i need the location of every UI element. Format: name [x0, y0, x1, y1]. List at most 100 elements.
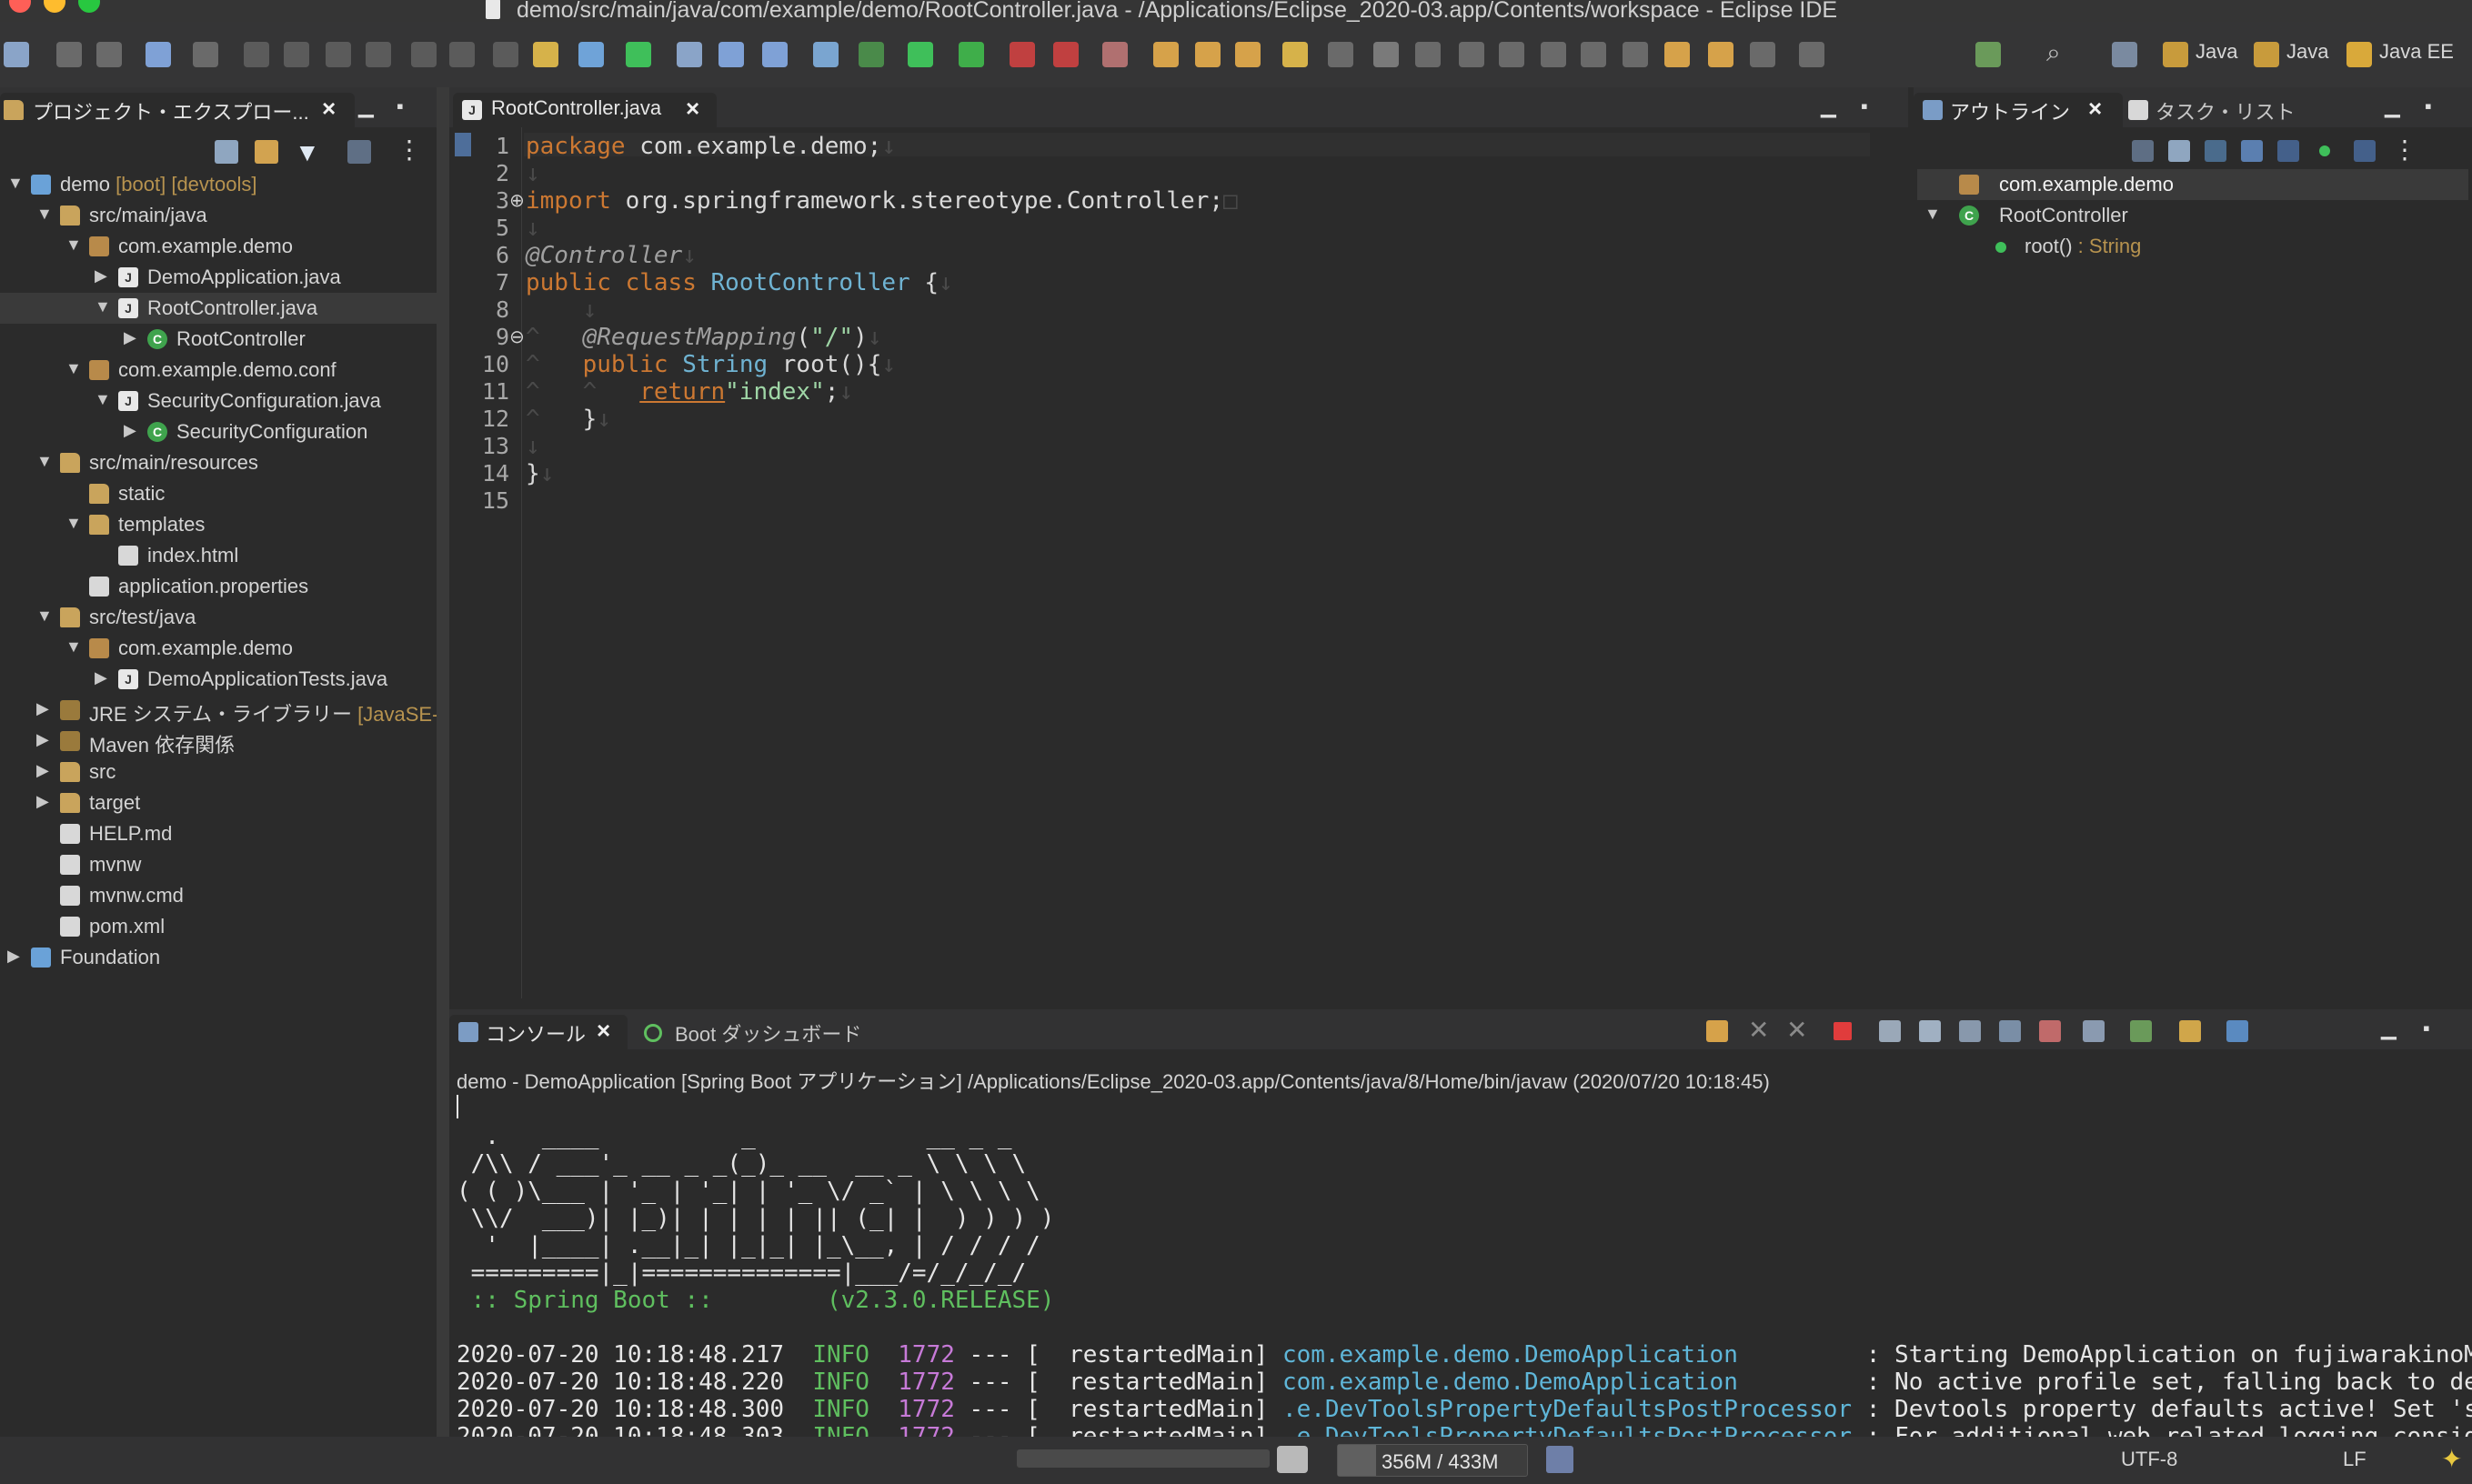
garbage-collect-icon[interactable] [1546, 1446, 1573, 1473]
outline-method[interactable]: root() : String [1917, 231, 2468, 262]
copy-icon[interactable] [2226, 1020, 2248, 1042]
pin-console-icon[interactable] [2083, 1020, 2105, 1042]
chevron-down-icon[interactable]: ▼ [95, 390, 111, 409]
collapse-fold-icon[interactable]: ⊖ [509, 326, 525, 348]
chevron-right-icon[interactable]: ▶ [36, 699, 49, 718]
display-console-icon[interactable] [2130, 1020, 2152, 1042]
terminate-icon[interactable] [326, 42, 351, 67]
tree-item[interactable]: ▶ J DemoApplicationTests.java [0, 664, 437, 695]
open-console-icon[interactable] [2179, 1020, 2201, 1042]
link-editor-icon[interactable] [2354, 140, 2376, 162]
boot-icon[interactable] [626, 42, 651, 67]
new-package-icon[interactable] [1195, 42, 1221, 67]
prev-annotation-icon[interactable] [1664, 42, 1690, 67]
block-select-icon[interactable] [1581, 42, 1606, 67]
tip-icon[interactable]: ✦ [2441, 1444, 2462, 1474]
maximize-icon[interactable]: ▪ [2423, 1017, 2430, 1040]
tree-item[interactable]: ▼ J RootController.java [0, 293, 437, 324]
chevron-down-icon[interactable]: ▼ [36, 452, 53, 471]
tree-item[interactable]: ▶ Foundation [0, 942, 437, 973]
tree-item[interactable]: ▼ src/test/java [0, 602, 437, 633]
new-icon[interactable] [4, 42, 29, 67]
code-line[interactable]: import org.springframework.stereotype.Co… [526, 187, 1238, 215]
outline-class[interactable]: ▼ C RootController [1917, 200, 2468, 231]
annotation-icon[interactable] [1328, 42, 1353, 67]
java-browsing-perspective-icon[interactable] [2254, 42, 2279, 67]
collapse-all-icon[interactable] [215, 140, 238, 164]
tree-item[interactable]: ▶ JRE システム・ライブラリー [JavaSE-1 [0, 695, 450, 726]
minimize-icon[interactable]: ▁ [2385, 95, 2400, 118]
perspective-java-2[interactable]: Java [2286, 40, 2328, 64]
debug-icon[interactable] [859, 42, 884, 67]
chevron-down-icon[interactable]: ▼ [36, 205, 53, 224]
chevron-down-icon[interactable]: ▼ [1924, 205, 1941, 224]
stop-icon[interactable] [1010, 42, 1035, 67]
debug-config-icon[interactable] [1102, 42, 1128, 67]
coverage-icon[interactable] [959, 42, 984, 67]
tab-console[interactable]: コンソール [486, 1018, 586, 1048]
minimize-window-button[interactable] [44, 0, 65, 13]
chevron-right-icon[interactable]: ▶ [36, 792, 49, 811]
background-tasks-icon[interactable] [1277, 1446, 1308, 1473]
tree-item[interactable]: mvnw.cmd [0, 880, 437, 911]
chevron-down-icon[interactable]: ▼ [65, 359, 82, 378]
code-line[interactable]: @Controller↓ [526, 242, 697, 269]
close-icon[interactable]: × [2088, 95, 2102, 123]
resume-icon[interactable] [244, 42, 269, 67]
code-line[interactable]: package com.example.demo;↓ [526, 133, 896, 160]
show-whitespace-icon[interactable] [1541, 42, 1566, 67]
tree-item[interactable]: application.properties [0, 571, 437, 602]
tab-task-list[interactable]: タスク・リスト [2155, 96, 2296, 125]
code-area[interactable]: 1 package com.example.demo;↓ 2 ↓ 3 ⊕ import or… [449, 133, 1868, 951]
tab-boot-dashboard[interactable]: Boot ダッシュボード [675, 1018, 861, 1048]
scroll-lock-icon[interactable] [1919, 1020, 1941, 1042]
tree-item[interactable]: ▼ com.example.demo [0, 231, 437, 262]
tab-project-explorer[interactable]: プロジェクト・エクスプロー... [33, 96, 309, 125]
remove-launch-icon[interactable]: ✕ [1748, 1015, 1769, 1045]
tree-item[interactable]: ▼ com.example.demo [0, 633, 437, 664]
chevron-right-icon[interactable]: ▶ [95, 668, 107, 687]
code-line[interactable]: ↓ [526, 433, 540, 460]
suspend-icon[interactable] [284, 42, 309, 67]
external-tools-icon[interactable] [1053, 42, 1079, 67]
collapse-all-icon[interactable] [2132, 140, 2154, 162]
link-with-editor-icon[interactable] [255, 140, 278, 164]
tree-item[interactable]: ▶ C SecurityConfiguration [0, 416, 437, 447]
chevron-right-icon[interactable]: ▶ [7, 947, 20, 966]
terminate-icon[interactable] [1834, 1022, 1852, 1040]
remove-all-icon[interactable]: ✕ [1786, 1015, 1807, 1045]
code-line[interactable]: }↓ [526, 460, 554, 487]
search-icon[interactable]: ⌕ [2046, 38, 2072, 66]
tree-item[interactable]: ▶ J DemoApplication.java [0, 262, 437, 293]
tree-item[interactable]: ▼ com.example.demo.conf [0, 355, 437, 386]
open-perspective-icon[interactable] [2112, 42, 2137, 67]
tree-item[interactable]: ▼ J SecurityConfiguration.java [0, 386, 437, 416]
focus-icon[interactable] [347, 140, 371, 164]
chevron-right-icon[interactable]: ▶ [95, 266, 107, 286]
expand-fold-icon[interactable]: ⊕ [509, 189, 525, 212]
hide-nonpublic-icon[interactable] [2277, 140, 2299, 162]
tree-item[interactable]: ▶ Maven 依存関係 [0, 726, 437, 757]
code-line[interactable]: ^ ^ return"index";↓ [526, 378, 853, 406]
format-icon[interactable] [1459, 42, 1484, 67]
maximize-icon[interactable]: ▪ [1861, 95, 1868, 118]
zoom-window-button[interactable] [78, 0, 100, 13]
maximize-icon[interactable]: ▪ [397, 95, 404, 118]
chevron-right-icon[interactable]: ▶ [36, 730, 49, 749]
clear-console-icon[interactable] [1879, 1020, 1901, 1042]
use-step-filters-icon[interactable] [578, 42, 604, 67]
toggle-mark-icon[interactable] [1499, 42, 1524, 67]
tree-item[interactable]: ▶ src [0, 757, 437, 787]
code-line[interactable]: ↓ [526, 296, 598, 324]
outline-package[interactable]: com.example.demo [1917, 169, 2468, 200]
hide-fields-icon[interactable] [2205, 140, 2226, 162]
step-return-icon[interactable] [493, 42, 518, 67]
code-line[interactable]: ↓ [526, 160, 540, 187]
run-icon[interactable] [908, 42, 933, 67]
tree-item[interactable]: ▶ C RootController [0, 324, 437, 355]
code-line[interactable]: ^ public String root(){↓ [526, 351, 896, 378]
code-line[interactable]: public class RootController {↓ [526, 269, 953, 296]
tree-item[interactable]: index.html [0, 540, 437, 571]
chevron-down-icon[interactable]: ▼ [65, 514, 82, 533]
web-browser-icon[interactable] [762, 42, 788, 67]
